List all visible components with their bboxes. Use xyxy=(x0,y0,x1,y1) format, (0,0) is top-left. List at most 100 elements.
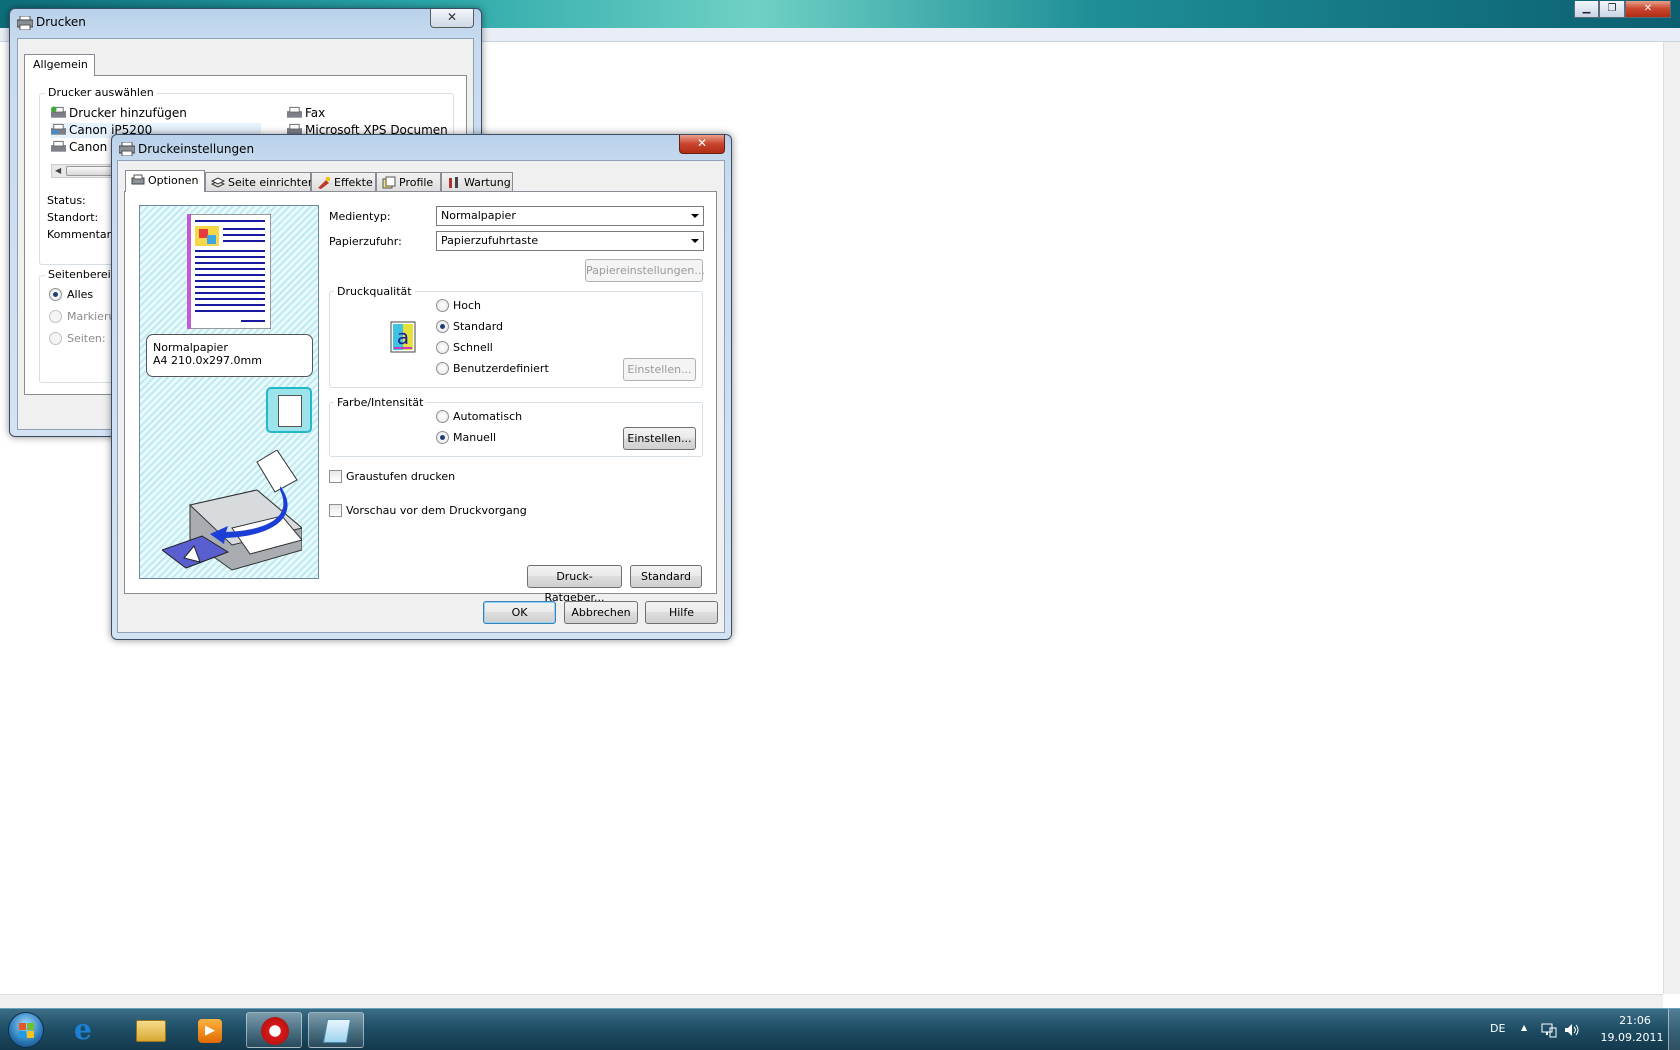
printer-item-label: Fax xyxy=(305,106,326,120)
maintenance-icon xyxy=(449,177,458,188)
print-advisor-button[interactable]: Druck-Ratgeber... xyxy=(527,565,622,604)
location-label: Standort: xyxy=(47,211,99,224)
color-manual-radio[interactable] xyxy=(436,431,449,444)
ok-button[interactable]: OK xyxy=(483,601,556,624)
printer-icon xyxy=(51,123,66,135)
minimize-button[interactable]: ▁ xyxy=(1574,1,1599,18)
show-desktop-button[interactable] xyxy=(1668,1009,1680,1050)
portrait-page-icon xyxy=(278,395,302,427)
print-dialog-close-button[interactable]: ✕ xyxy=(430,9,474,28)
printer-list-scrollbar[interactable]: ◀ xyxy=(51,164,117,178)
tab-maintenance[interactable]: Wartung xyxy=(441,172,513,192)
settings-dialog-title: Druckeinstellungen xyxy=(138,142,255,156)
printer-item-fax[interactable]: Fax xyxy=(287,106,437,121)
printer-item-add[interactable]: Drucker hinzufügen xyxy=(51,106,261,121)
cancel-button[interactable]: Abbrechen xyxy=(564,601,638,624)
range-pages-radio[interactable] xyxy=(49,332,62,345)
horizontal-scrollbar[interactable] xyxy=(0,994,1663,1008)
taskbar-file-explorer[interactable] xyxy=(122,1012,178,1048)
network-icon[interactable] xyxy=(1541,1022,1557,1038)
comment-label: Kommentar: xyxy=(47,228,115,241)
quality-fast-radio[interactable] xyxy=(436,341,449,354)
print-quality-label: Druckqualität xyxy=(334,285,415,298)
taskbar-opera[interactable] xyxy=(246,1012,302,1048)
start-button[interactable] xyxy=(4,1010,48,1050)
maximize-button[interactable]: ❐ xyxy=(1599,1,1625,18)
tab-page-setup[interactable]: Seite einrichten xyxy=(205,172,315,192)
tab-general[interactable]: Allgemein xyxy=(24,54,95,76)
close-button[interactable]: ✕ xyxy=(1625,1,1671,18)
taskbar-media-player[interactable]: ▶ xyxy=(182,1012,238,1048)
paper-source-value: Papierzufuhrtaste xyxy=(441,234,539,247)
notepad-icon xyxy=(322,1019,352,1043)
taskbar-editor[interactable] xyxy=(308,1012,364,1048)
clock-time[interactable]: 21:06 xyxy=(1612,1014,1658,1027)
media-name: Normalpapier xyxy=(153,341,228,354)
help-button[interactable]: Hilfe xyxy=(645,601,718,624)
opera-icon xyxy=(261,1017,289,1045)
color-auto-label: Automatisch xyxy=(453,410,523,423)
taskbar-internet-explorer[interactable]: e xyxy=(60,1012,116,1048)
grayscale-checkbox[interactable] xyxy=(329,470,342,483)
quality-custom-radio[interactable] xyxy=(436,362,449,375)
print-preview-pane: Normalpapier A4 210.0x297.0mm xyxy=(139,205,319,579)
scroll-thumb[interactable] xyxy=(66,166,114,176)
paper-orientation-indicator xyxy=(266,387,312,433)
chevron-down-icon[interactable] xyxy=(686,232,703,250)
tab-label: Profile xyxy=(399,176,434,189)
options-icon xyxy=(131,174,145,185)
desktop: { "background_window": {"buttons": {"min… xyxy=(0,0,1680,1050)
status-label: Status: xyxy=(47,194,86,207)
scroll-left-arrow-icon[interactable]: ◀ xyxy=(55,166,61,175)
paper-source-select[interactable]: Papierzufuhrtaste xyxy=(436,231,704,251)
paper-settings-button[interactable]: Papiereinstellungen... xyxy=(585,259,705,282)
range-pages-label: Seiten: xyxy=(67,332,106,345)
range-all-radio[interactable] xyxy=(49,288,62,301)
media-info-box: Normalpapier A4 210.0x297.0mm xyxy=(146,334,313,377)
printer-icon xyxy=(17,16,33,30)
tab-label: Wartung xyxy=(464,176,511,189)
printer-item-label: Drucker hinzufügen xyxy=(69,106,187,120)
quality-standard-label: Standard xyxy=(453,320,504,333)
vertical-scrollbar[interactable] xyxy=(1663,42,1680,994)
paper-source-label: Papierzufuhr: xyxy=(329,235,402,248)
chevron-down-icon[interactable] xyxy=(686,207,703,225)
page-setup-icon xyxy=(211,177,225,188)
defaults-button[interactable]: Standard xyxy=(630,565,702,588)
tab-profile[interactable]: Profile xyxy=(376,172,441,192)
range-selection-radio[interactable] xyxy=(49,310,62,323)
separator xyxy=(327,493,701,494)
quality-standard-radio[interactable] xyxy=(436,320,449,333)
tab-label: Seite einrichten xyxy=(228,176,315,189)
quality-settings-button[interactable]: Einstellen... xyxy=(623,358,696,381)
color-settings-button[interactable]: Einstellen... xyxy=(623,427,696,450)
media-player-icon: ▶ xyxy=(198,1019,222,1043)
svg-text:a: a xyxy=(397,325,409,349)
internet-explorer-icon: e xyxy=(74,1013,92,1046)
color-manual-label: Manuell xyxy=(453,431,497,444)
language-indicator[interactable]: DE xyxy=(1490,1022,1505,1035)
range-all-label: Alles xyxy=(67,288,94,301)
preview-before-print-checkbox[interactable] xyxy=(329,504,342,517)
show-hidden-icons-icon[interactable]: ▲ xyxy=(1521,1023,1527,1032)
quality-high-radio[interactable] xyxy=(436,299,449,312)
color-auto-radio[interactable] xyxy=(436,410,449,423)
tab-options[interactable]: Optionen xyxy=(125,170,205,192)
profile-icon xyxy=(382,176,396,189)
media-type-select[interactable]: Normalpapier xyxy=(436,206,704,226)
volume-icon[interactable] xyxy=(1564,1022,1580,1038)
print-quality-icon: a xyxy=(390,321,416,353)
settings-dialog-close-button[interactable]: ✕ xyxy=(679,135,725,154)
printer-select-label: Drucker auswählen xyxy=(45,86,157,99)
quality-custom-label: Benutzerdefiniert xyxy=(453,362,549,375)
separator xyxy=(327,554,701,555)
add-printer-icon xyxy=(51,106,66,118)
folder-icon xyxy=(136,1020,166,1042)
media-type-label: Medientyp: xyxy=(329,210,391,223)
preview-before-print-label: Vorschau vor dem Druckvorgang xyxy=(346,504,527,517)
clock-date[interactable]: 19.09.2011 xyxy=(1596,1031,1668,1044)
printer-illustration-icon xyxy=(162,450,302,571)
tab-effects[interactable]: Effekte xyxy=(311,172,376,192)
printer-item-label: Canon i xyxy=(69,140,115,154)
effects-icon xyxy=(318,177,330,189)
